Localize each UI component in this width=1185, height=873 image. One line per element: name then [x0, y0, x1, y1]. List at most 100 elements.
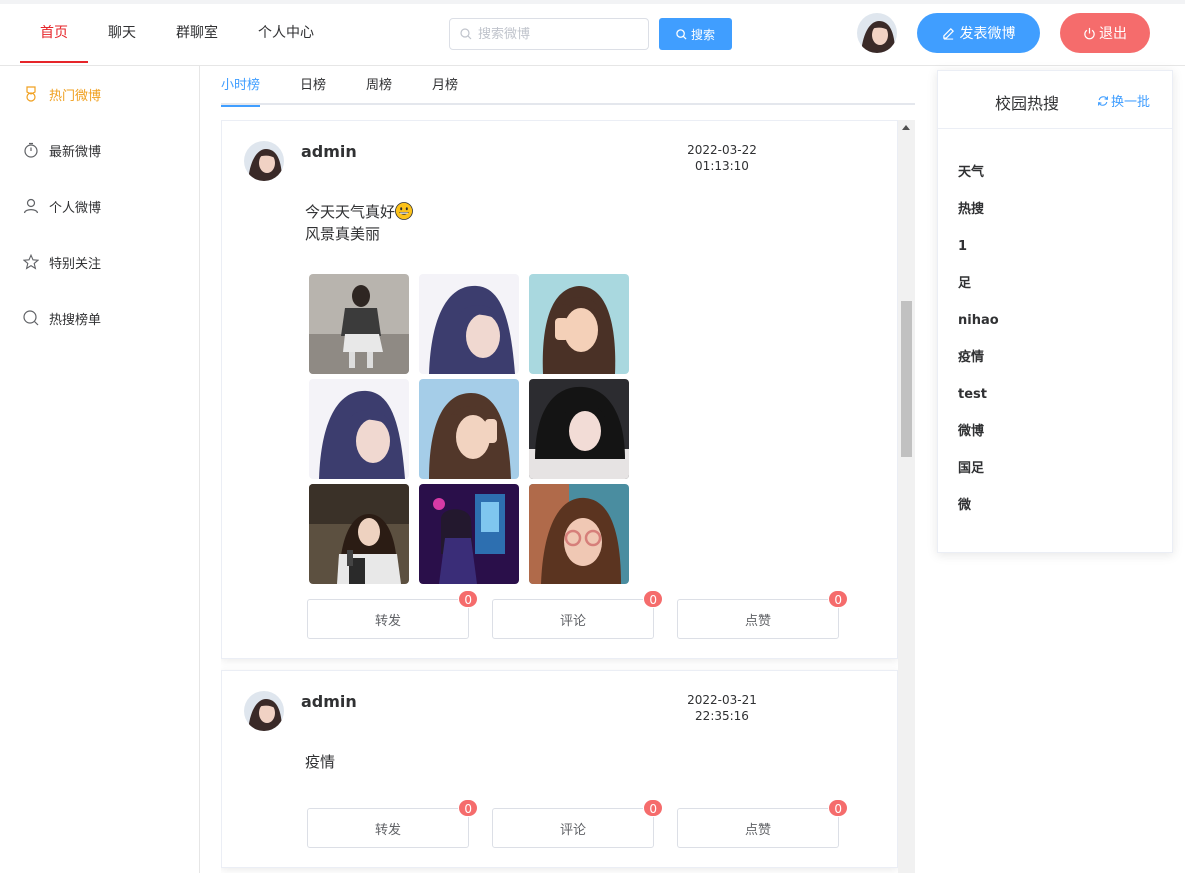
search-button-label: 搜索: [690, 27, 715, 42]
hot-search-item[interactable]: 微博: [938, 415, 1172, 452]
sidebar-item-label: 热搜榜单: [49, 312, 102, 328]
nav-item-home[interactable]: 首页: [20, 4, 88, 63]
post-image[interactable]: [419, 379, 519, 479]
post-image[interactable]: [309, 484, 409, 584]
main-nav: 首页 聊天 群聊室 个人中心: [20, 4, 334, 63]
post-content: 疫情: [305, 751, 335, 773]
hot-search-item[interactable]: 疫情: [938, 341, 1172, 378]
hot-search-item[interactable]: 1: [938, 230, 1172, 267]
sidebar-item-label: 最新微博: [49, 144, 102, 160]
post-content: 今天天气真好 风景真美丽: [305, 201, 413, 245]
post-image[interactable]: [529, 274, 629, 374]
sidebar-item-hot-weibo[interactable]: 热门微博: [0, 66, 199, 122]
tab-daily[interactable]: 日榜: [300, 66, 326, 105]
hot-search-item[interactable]: nihao: [938, 304, 1172, 341]
scrollbar-thumb[interactable]: [901, 301, 912, 457]
repost-label: 转发: [374, 613, 401, 629]
like-button[interactable]: 点赞 0: [677, 590, 848, 639]
repost-label: 转发: [374, 822, 401, 838]
nav-item-group-chat[interactable]: 群聊室: [156, 4, 238, 62]
post-text-line: 疫情: [305, 753, 336, 771]
like-count-badge: 0: [828, 799, 848, 817]
post-image[interactable]: [309, 274, 409, 374]
search-icon: [676, 28, 687, 40]
hot-search-item[interactable]: 天气: [938, 156, 1172, 193]
main-content: 小时榜 日榜 周榜 月榜 admin 2022-03-22 01:13:10 今…: [200, 66, 935, 873]
power-icon: [1084, 27, 1095, 39]
refresh-batch-label: 换一批: [1111, 95, 1151, 110]
tab-hourly[interactable]: 小时榜: [221, 66, 261, 107]
logout-button[interactable]: 退出: [1060, 13, 1150, 53]
comment-button[interactable]: 评论 0: [492, 590, 663, 639]
tab-monthly[interactable]: 月榜: [432, 66, 458, 105]
medal-icon: [26, 86, 36, 102]
sidebar-item-my-weibo[interactable]: 个人微博: [0, 178, 199, 234]
post-image[interactable]: [529, 379, 629, 479]
post-actions: 转发 0 评论 0 点赞 0: [307, 590, 848, 639]
search-input[interactable]: [478, 26, 638, 42]
top-navbar: 首页 聊天 群聊室 个人中心 搜索 发表微博 退出: [0, 4, 1185, 66]
sidebar-item-hot-search[interactable]: 热搜榜单: [0, 290, 199, 346]
author-avatar[interactable]: [244, 691, 284, 731]
comment-count-badge: 0: [643, 590, 663, 608]
post-date: 2022-03-21: [687, 693, 757, 707]
scroll-up-arrow-icon[interactable]: [902, 125, 910, 130]
comment-count-badge: 0: [643, 799, 663, 817]
hot-search-item[interactable]: 国足: [938, 452, 1172, 489]
stopwatch-icon: [24, 142, 38, 158]
post-date: 2022-03-22: [687, 143, 757, 157]
sidebar-item-label: 特别关注: [49, 256, 102, 272]
hot-search-item[interactable]: 足: [938, 267, 1172, 304]
comment-label: 评论: [559, 613, 586, 629]
nav-item-chat[interactable]: 聊天: [88, 4, 156, 62]
hot-search-panel: 校园热搜 换一批 天气 热搜 1 足 nihao 疫情 test 微博 国足 微: [937, 70, 1173, 553]
nav-item-profile[interactable]: 个人中心: [238, 4, 334, 62]
like-button[interactable]: 点赞 0: [677, 799, 848, 848]
sidebar-item-latest-weibo[interactable]: 最新微博: [0, 122, 199, 178]
hot-search-list: 天气 热搜 1 足 nihao 疫情 test 微博 国足 微: [938, 129, 1172, 526]
like-count-badge: 0: [828, 590, 848, 608]
search-button[interactable]: 搜索: [659, 18, 732, 50]
author-name[interactable]: admin: [301, 142, 357, 161]
star-icon: [23, 254, 39, 270]
like-label: 点赞: [744, 822, 771, 838]
author-name[interactable]: admin: [301, 692, 357, 711]
refresh-batch-button[interactable]: 换一批: [1097, 91, 1150, 110]
repost-button[interactable]: 转发 0: [307, 590, 478, 639]
tab-weekly[interactable]: 周榜: [366, 66, 392, 105]
author-avatar[interactable]: [244, 141, 284, 181]
post-timestamp: 2022-03-22 01:13:10: [662, 142, 782, 174]
post-weibo-button[interactable]: 发表微博: [917, 13, 1040, 53]
repost-count-badge: 0: [458, 799, 478, 817]
hot-search-header: 校园热搜 换一批: [938, 71, 1172, 129]
sidebar: 热门微博 最新微博 个人微博 特别关注 热搜榜单: [0, 66, 200, 873]
pencil-icon: [942, 27, 954, 40]
logout-label: 退出: [1099, 26, 1127, 42]
post-image[interactable]: [419, 484, 519, 584]
hot-search-item[interactable]: 热搜: [938, 193, 1172, 230]
like-label: 点赞: [744, 613, 771, 629]
post-time: 01:13:10: [695, 159, 749, 173]
feed-scrollbar[interactable]: [898, 120, 915, 873]
sidebar-item-label: 个人微博: [49, 200, 102, 216]
user-icon: [23, 198, 39, 214]
post-text-line: 今天天气真好: [305, 203, 396, 221]
sidebar-item-special-follow[interactable]: 特别关注: [0, 234, 199, 290]
repost-count-badge: 0: [458, 590, 478, 608]
user-avatar[interactable]: [857, 13, 897, 53]
post-image[interactable]: [419, 274, 519, 374]
repost-button[interactable]: 转发 0: [307, 799, 478, 848]
grinning-emoji-icon: [395, 202, 413, 220]
post-time: 22:35:16: [695, 709, 749, 723]
post-image[interactable]: [529, 484, 629, 584]
hot-search-item[interactable]: test: [938, 378, 1172, 415]
search-icon: [23, 310, 39, 326]
hot-search-item[interactable]: 微: [938, 489, 1172, 526]
weibo-feed: admin 2022-03-22 01:13:10 今天天气真好 风景真美丽 转…: [221, 120, 915, 873]
search-box: [449, 18, 649, 50]
weibo-card: admin 2022-03-22 01:13:10 今天天气真好 风景真美丽 转…: [221, 120, 898, 659]
comment-button[interactable]: 评论 0: [492, 799, 663, 848]
weibo-card: admin 2022-03-21 22:35:16 疫情 转发 0 评论 0 点…: [221, 670, 898, 868]
comment-label: 评论: [559, 822, 586, 838]
post-image[interactable]: [309, 379, 409, 479]
